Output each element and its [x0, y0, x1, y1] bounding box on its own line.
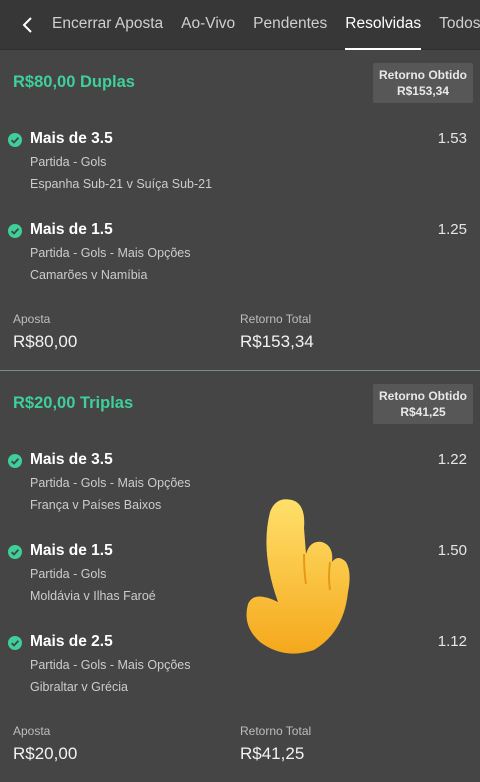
back-button[interactable] — [14, 12, 40, 38]
tab-pendentes[interactable]: Pendentes — [253, 0, 327, 50]
selection-name: Mais de 3.5 — [30, 451, 113, 468]
tab-encerrar-aposta[interactable]: Encerrar Aposta — [52, 0, 163, 50]
tab-todos[interactable]: Todos — [439, 0, 480, 50]
total-return-label: Retorno Total — [240, 724, 312, 738]
return-obtained-label: Retorno Obtido — [379, 389, 467, 403]
stake-label: Aposta — [13, 312, 51, 326]
selection-event: França v Países Baixos — [30, 498, 162, 512]
selection-event: Espanha Sub-21 v Suíça Sub-21 — [30, 177, 213, 191]
bet-header: R$80,00 Duplas Retorno Obtido R$153,34 — [0, 50, 480, 114]
selection-event: Camarões v Namíbia — [30, 268, 148, 282]
selection-name: Mais de 1.5 — [30, 221, 113, 238]
selection-event: Moldávia v Ilhas Faroé — [30, 589, 156, 603]
selection-market: Partida - Gols - Mais Opções — [30, 246, 191, 260]
return-obtained-label: Retorno Obtido — [379, 68, 467, 82]
return-obtained-value: R$41,25 — [400, 405, 446, 419]
selection-name: Mais de 2.5 — [30, 633, 113, 650]
return-obtained-badge: Retorno Obtido R$41,25 — [373, 384, 473, 424]
bet-card[interactable]: R$80,00 Duplas Retorno Obtido R$153,34 M… — [0, 50, 480, 370]
return-obtained-value: R$153,34 — [396, 84, 450, 98]
tab-strip: Encerrar Aposta Ao-Vivo Pendentes Resolv… — [52, 0, 480, 50]
selection-name: Mais de 3.5 — [30, 130, 113, 147]
total-return-label: Retorno Total — [240, 312, 312, 326]
pointing-hand-icon — [246, 499, 350, 654]
selection-odds: 1.50 — [437, 542, 467, 559]
check-circle-icon — [8, 133, 22, 147]
selection-market: Partida - Gols — [30, 567, 107, 581]
selection-row: Mais de 1.5 1.25 Partida - Gols - Mais O… — [0, 221, 480, 305]
check-circle-icon — [8, 454, 22, 468]
stake-value: R$80,00 — [13, 332, 78, 351]
selection-market: Partida - Gols - Mais Opções — [30, 658, 191, 672]
stake-value: R$20,00 — [13, 744, 78, 763]
selection-odds: 1.53 — [437, 130, 467, 147]
selection-market: Partida - Gols - Mais Opções — [30, 476, 191, 490]
total-return-value: R$41,25 — [240, 744, 305, 763]
selection-odds: 1.25 — [437, 221, 467, 238]
selection-event: Gibraltar v Grécia — [30, 680, 128, 694]
check-circle-icon — [8, 545, 22, 559]
top-nav-bar: Encerrar Aposta Ao-Vivo Pendentes Resolv… — [0, 0, 480, 50]
selection-odds: 1.12 — [437, 633, 467, 650]
total-return-value: R$153,34 — [240, 332, 314, 351]
tab-resolvidas[interactable]: Resolvidas — [345, 0, 421, 50]
chevron-left-icon — [22, 17, 32, 33]
selection-row: Mais de 3.5 1.53 Partida - Gols Espanha … — [0, 130, 480, 214]
bet-title: R$80,00 Duplas — [13, 73, 135, 91]
check-circle-icon — [8, 636, 22, 650]
bet-title: R$20,00 Triplas — [13, 394, 134, 412]
return-obtained-badge: Retorno Obtido R$153,34 — [373, 63, 473, 103]
selection-market: Partida - Gols — [30, 155, 107, 169]
selection-odds: 1.22 — [437, 451, 467, 468]
tab-ao-vivo[interactable]: Ao-Vivo — [181, 0, 235, 50]
selection-name: Mais de 1.5 — [30, 542, 113, 559]
check-circle-icon — [8, 224, 22, 238]
bet-header: R$20,00 Triplas Retorno Obtido R$41,25 — [0, 371, 480, 435]
stake-label: Aposta — [13, 724, 51, 738]
